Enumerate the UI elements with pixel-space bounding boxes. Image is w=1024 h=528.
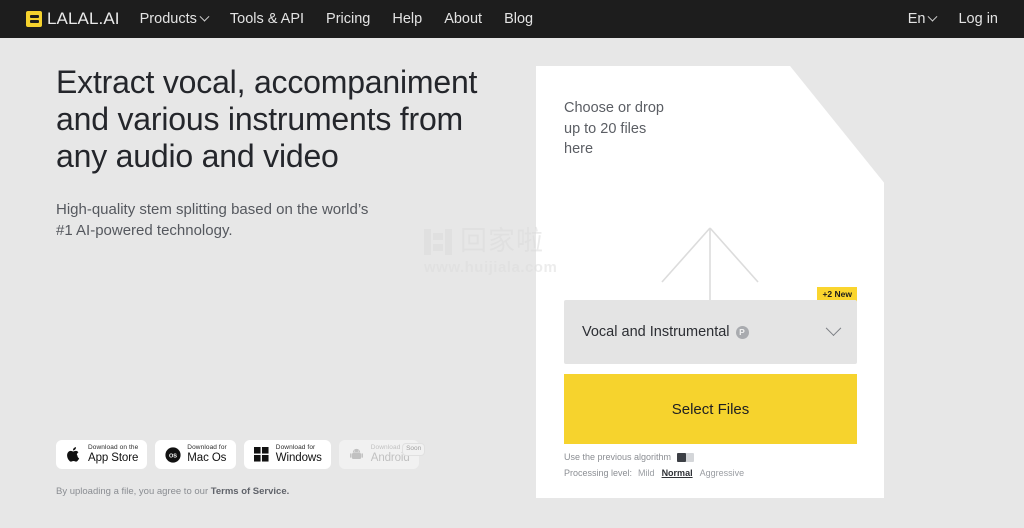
drop-hint-text: Choose or drop up to 20 files here — [564, 100, 664, 157]
nav-item-products-label: Products — [139, 11, 197, 27]
pro-badge-icon: P — [735, 325, 749, 339]
download-badges: Download on the App Store OS Download fo… — [56, 440, 426, 469]
previous-algorithm-row: Use the previous algorithm — [564, 452, 857, 462]
android-icon — [348, 446, 365, 463]
hero-subtitle: High-quality stem splitting based on the… — [56, 201, 369, 239]
upload-card[interactable]: Choose or drop up to 20 files here +2 Ne… — [536, 66, 884, 498]
login-button[interactable]: Log in — [958, 11, 998, 27]
download-windows-button[interactable]: Download for Windows — [243, 440, 331, 469]
stem-select[interactable]: Vocal and Instrumental P — [564, 300, 857, 364]
store-main-label: Windows — [275, 451, 322, 464]
terms-of-service-link[interactable]: Terms of Service. — [211, 486, 290, 497]
previous-algorithm-label: Use the previous algorithm — [564, 452, 672, 462]
store-text: Download on the App Store — [88, 444, 139, 464]
chevron-down-icon — [928, 11, 938, 22]
stem-select-label: Vocal and Instrumental P — [582, 324, 749, 340]
previous-algorithm-toggle[interactable] — [677, 452, 695, 462]
nav-item-about[interactable]: About — [444, 11, 482, 27]
processing-level-label: Processing level: — [564, 468, 633, 478]
store-main-label: App Store — [88, 451, 139, 464]
select-files-button[interactable]: Select Files — [564, 374, 857, 444]
download-mac-os-button[interactable]: OS Download for Mac Os — [155, 440, 236, 469]
chevron-down-icon — [199, 11, 210, 22]
download-app-store-button[interactable]: Download on the App Store — [56, 440, 148, 469]
nav-item-tools-api[interactable]: Tools & API — [230, 11, 304, 27]
brand-logo[interactable]: LALAL.AI — [26, 9, 120, 29]
chevron-down-icon — [825, 319, 842, 336]
nav-item-help[interactable]: Help — [392, 11, 422, 27]
brand-name: LALAL.AI — [47, 9, 120, 28]
nav-item-products[interactable]: Products — [139, 11, 210, 27]
soon-badge: Soon — [402, 443, 426, 456]
store-top-label: Download on the — [88, 444, 139, 451]
store-top-label: Download for — [187, 444, 227, 451]
hero-section: Extract vocal, accompaniment and various… — [56, 64, 486, 241]
processing-level-options: Mild Normal Aggressive — [638, 468, 744, 478]
language-selector[interactable]: En — [907, 11, 938, 27]
store-main-label: Mac Os — [187, 451, 227, 464]
nav-right-group: En Log in — [908, 11, 1024, 27]
processing-level-row: Processing level: Mild Normal Aggressive — [564, 468, 857, 478]
nav-left-group: LALAL.AI Products Tools & API Pricing He… — [0, 9, 533, 29]
processing-level-normal[interactable]: Normal — [662, 468, 693, 478]
page-title: Extract vocal, accompaniment and various… — [56, 64, 478, 174]
download-android-button[interactable]: Download for Android Soon — [338, 440, 426, 469]
stem-select-value: Vocal and Instrumental — [582, 324, 730, 340]
terms-note: By uploading a file, you agree to our Te… — [56, 486, 289, 497]
store-top-label: Download for — [275, 444, 316, 451]
terms-prefix: By uploading a file, you agree to our — [56, 486, 211, 497]
windows-icon — [253, 446, 270, 463]
macos-icon: OS — [164, 446, 181, 463]
store-text: Download for Mac Os — [187, 444, 227, 464]
page-root: LALAL.AI Products Tools & API Pricing He… — [0, 0, 1024, 528]
apple-icon — [65, 446, 82, 463]
store-text: Download for Windows — [275, 444, 322, 464]
top-navbar: LALAL.AI Products Tools & API Pricing He… — [0, 0, 1024, 38]
svg-text:OS: OS — [169, 453, 177, 459]
lalal-logo-icon — [26, 11, 42, 27]
nav-item-pricing[interactable]: Pricing — [326, 11, 370, 27]
nav-item-blog[interactable]: Blog — [504, 11, 533, 27]
language-label: En — [907, 11, 926, 27]
processing-level-aggressive[interactable]: Aggressive — [700, 468, 745, 478]
stem-select-wrapper: +2 New Vocal and Instrumental P — [564, 287, 857, 364]
upload-options: Use the previous algorithm Processing le… — [564, 452, 857, 484]
processing-level-mild[interactable]: Mild — [638, 468, 655, 478]
